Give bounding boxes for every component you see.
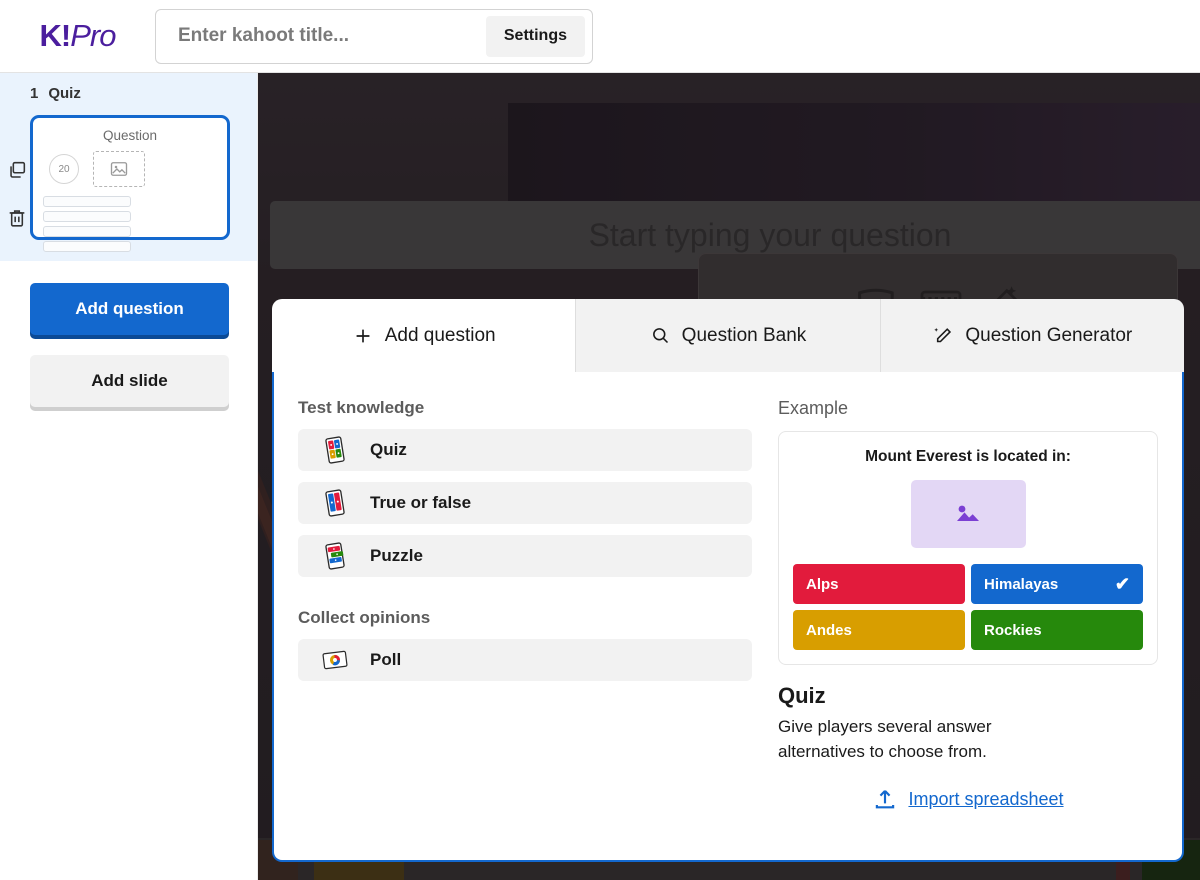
question-type-puzzle[interactable]: Puzzle: [298, 535, 752, 577]
example-panel: Example Mount Everest is located in: Alp…: [768, 398, 1158, 840]
modal-content-panel: Test knowledge Quiz True or false Puzzle…: [272, 372, 1184, 862]
question-type-true-or-false-label: True or false: [370, 493, 472, 512]
thumbnail-answer-bars: [43, 196, 217, 252]
example-answer-tile[interactable]: Andes: [793, 610, 965, 650]
example-answer-tile[interactable]: Alps: [793, 564, 965, 604]
question-type-puzzle-label: Puzzle: [370, 546, 423, 565]
example-answer-label: Andes: [806, 621, 852, 639]
app-header: K!Pro Settings: [0, 0, 1200, 73]
thumbnail-answer-bar: [43, 241, 131, 252]
group-title-collect-opinions: Collect opinions: [298, 608, 431, 627]
puzzle-icon: [325, 542, 345, 570]
tab-question-generator[interactable]: Question Generator: [880, 299, 1184, 372]
tab-add-question[interactable]: Add question: [272, 299, 577, 372]
example-answer-tile[interactable]: Himalayas ✔: [971, 564, 1143, 604]
add-slide-button[interactable]: Add slide: [30, 355, 229, 407]
thumbnail-answer-bar: [43, 211, 131, 222]
example-question-card: Mount Everest is located in: Alps Himala…: [778, 431, 1158, 665]
kahoot-title-bar: Settings: [155, 8, 593, 64]
import-spreadsheet-link[interactable]: Import spreadsheet: [908, 789, 1063, 810]
image-icon: [110, 162, 128, 176]
add-question-modal: Add question Question Bank Question Gene…: [272, 299, 1184, 862]
search-icon: [652, 328, 668, 344]
description-body: Give players several answer alternatives…: [778, 717, 992, 761]
example-image-placeholder: [910, 480, 1026, 548]
logo-k-label: K!: [39, 18, 72, 53]
true-false-icon: [325, 489, 345, 517]
tab-question-bank-label: Question Bank: [681, 324, 807, 346]
description-title: Quiz: [778, 683, 826, 708]
thumbnail-image-placeholder: [93, 151, 145, 187]
question-type-quiz-label: Quiz: [370, 440, 407, 459]
image-placeholder-icon: [957, 505, 979, 521]
group-title-test-knowledge: Test knowledge: [298, 398, 425, 417]
logo-text: K!Pro: [39, 18, 117, 54]
question-type-poll-label: Poll: [370, 650, 402, 669]
thumbnail-question-label: Question: [102, 128, 158, 143]
slide-header: 1 Quiz: [0, 85, 257, 102]
question-type-list: Test knowledge Quiz True or false Puzzle…: [298, 398, 768, 840]
magic-pencil-icon: [934, 327, 952, 342]
quiz-icon: [325, 436, 345, 464]
question-type-quiz[interactable]: Quiz: [298, 429, 752, 471]
slide-type-label: Quiz: [48, 85, 81, 102]
kahoot-logo[interactable]: K!Pro: [0, 18, 155, 54]
add-question-button[interactable]: Add question: [30, 283, 229, 335]
example-answer-grid: Alps Himalayas ✔ Andes Rockies: [793, 564, 1143, 650]
example-answer-label: Alps: [806, 575, 839, 593]
tab-add-question-label: Add question: [384, 324, 496, 346]
modal-tab-bar: Add question Question Bank Question Gene…: [272, 299, 1184, 372]
slides-sidebar: 1 Quiz Question 20 Add question Add slid…: [0, 73, 258, 880]
example-heading: Example: [778, 398, 849, 418]
import-spreadsheet-row[interactable]: Import spreadsheet: [778, 786, 1158, 812]
example-answer-label: Himalayas: [984, 575, 1059, 593]
settings-button[interactable]: Settings: [485, 15, 585, 57]
thumbnail-middle-row: 20: [43, 151, 217, 187]
correct-answer-check-icon: ✔: [1114, 573, 1130, 594]
question-type-poll[interactable]: Poll: [298, 639, 752, 681]
example-question-text: Mount Everest is located in:: [865, 448, 1071, 465]
upload-icon: [876, 790, 895, 809]
trash-icon[interactable]: [6, 207, 28, 229]
plus-icon: [356, 329, 370, 342]
tab-question-bank[interactable]: Question Bank: [576, 299, 881, 372]
sidebar-action-buttons: Add question Add slide: [0, 261, 257, 407]
thumbnail-timer: 20: [49, 154, 79, 184]
question-type-true-or-false[interactable]: True or false: [298, 482, 752, 524]
example-answer-label: Rockies: [984, 621, 1042, 639]
poll-icon: [322, 650, 348, 670]
tab-question-generator-label: Question Generator: [965, 324, 1133, 346]
example-answer-tile[interactable]: Rockies: [971, 610, 1143, 650]
slide-number: 1: [30, 85, 39, 102]
duplicate-icon[interactable]: [6, 159, 28, 181]
logo-pro-label: Pro: [70, 18, 116, 53]
slide-list-item[interactable]: 1 Quiz Question 20: [0, 73, 257, 261]
kahoot-title-input[interactable]: [156, 9, 486, 63]
thumbnail-answer-bar: [43, 226, 131, 237]
thumbnail-answer-bar: [43, 196, 131, 207]
slide-tool-buttons: [6, 159, 28, 229]
slide-thumbnail[interactable]: Question 20: [30, 115, 230, 252]
